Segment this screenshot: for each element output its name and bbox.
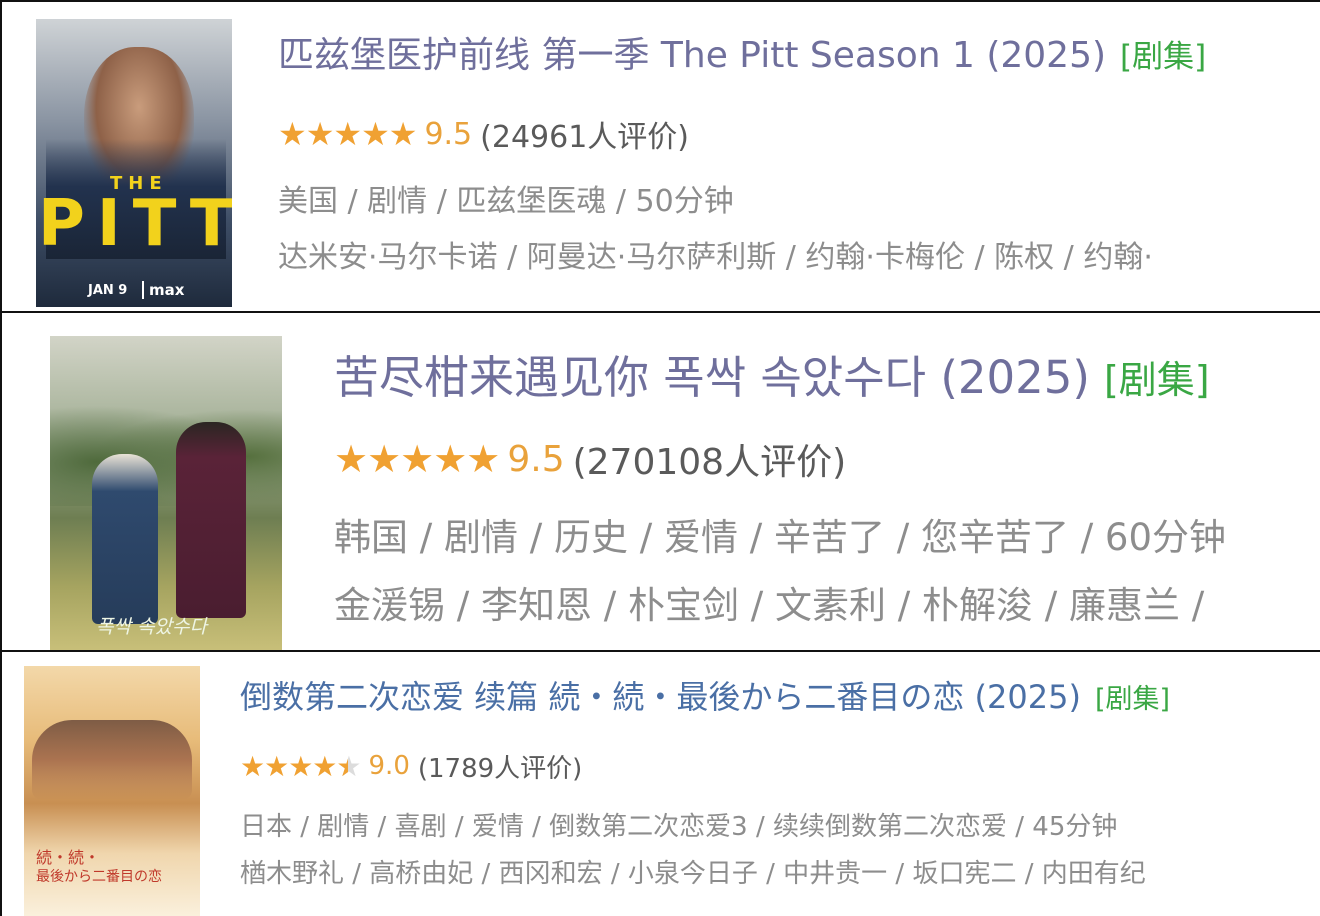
full-stars: ★★★★ — [240, 749, 337, 783]
result-card[interactable]: THE PITT JAN 9 max 匹兹堡医护前线 第一季 The Pitt … — [0, 0, 1320, 314]
poster-caption-line1: 続・続・ — [36, 848, 101, 867]
cast-info: 楢木野礼 / 高桥由妃 / 西冈和宏 / 小泉今日子 / 中井贵一 / 坂口宪二… — [240, 859, 1146, 889]
cast-info: 达米安·马尔卡诺 / 阿曼达·马尔萨利斯 / 约翰·卡梅伦 / 陈权 / 约翰· — [278, 240, 1153, 275]
rating-count: (270108人评价) — [572, 442, 847, 483]
rating-count: (24961人评价) — [480, 120, 689, 155]
result-title-link[interactable]: 倒数第二次恋爱 续篇 続・続・最後から二番目の恋 (2025) — [240, 672, 1081, 718]
result-title-link[interactable]: 苦尽柑来遇见你 폭싹 속았수다 (2025) — [334, 341, 1090, 406]
meta-info: 美国 / 剧情 / 匹兹堡医魂 / 50分钟 — [278, 184, 734, 219]
half-star-fill: ★ — [336, 750, 348, 783]
rating-score: 9.5 — [424, 116, 473, 152]
poster-big-text: PITT — [38, 187, 232, 261]
cast-info: 金湲锡 / 李知恩 / 朴宝剑 / 文素利 / 朴解浚 / 廉惠兰 / — [334, 584, 1205, 627]
star-rating-icon: ★★★★ ★ ★ — [240, 749, 362, 783]
rating-score: 9.5 — [507, 438, 565, 480]
poster-caption-line2: 最後から二番目の恋 — [36, 869, 162, 885]
result-card[interactable]: 폭싹 속았수다 苦尽柑来遇见你 폭싹 속았수다 (2025) [剧集] ★★★★… — [0, 311, 1320, 652]
meta-info: 韩国 / 剧情 / 历史 / 爱情 / 辛苦了 / 您辛苦了 / 60分钟 — [334, 516, 1227, 559]
poster-image[interactable]: THE PITT JAN 9 max — [36, 19, 232, 307]
result-card[interactable]: 続・続・ 最後から二番目の恋 倒数第二次恋爱 续篇 続・続・最後から二番目の恋 … — [0, 650, 1320, 916]
type-tag: [剧集] — [1094, 684, 1171, 715]
poster-caption: 폭싹 속았수다 — [96, 616, 207, 638]
poster-date-text: JAN 9 — [88, 283, 128, 298]
star-rating-icon: ★★★★★ — [278, 115, 417, 153]
type-tag: [剧集] — [1103, 358, 1210, 402]
type-tag: [剧集] — [1120, 39, 1207, 75]
poster-image[interactable]: 폭싹 속았수다 — [50, 336, 282, 650]
poster-image[interactable]: 続・続・ 最後から二番目の恋 — [24, 666, 200, 916]
rating-count: (1789人评价) — [417, 753, 583, 784]
poster-brand-text: max — [142, 281, 184, 299]
half-star-icon: ★ ★ — [336, 750, 361, 783]
star-rating-icon: ★★★★★ — [334, 437, 500, 481]
result-title-link[interactable]: 匹兹堡医护前线 第一季 The Pitt Season 1 (2025) — [278, 26, 1106, 78]
rating-score: 9.0 — [368, 751, 410, 781]
meta-info: 日本 / 剧情 / 喜剧 / 爱情 / 倒数第二次恋爱3 / 续续倒数第二次恋爱… — [240, 812, 1118, 842]
